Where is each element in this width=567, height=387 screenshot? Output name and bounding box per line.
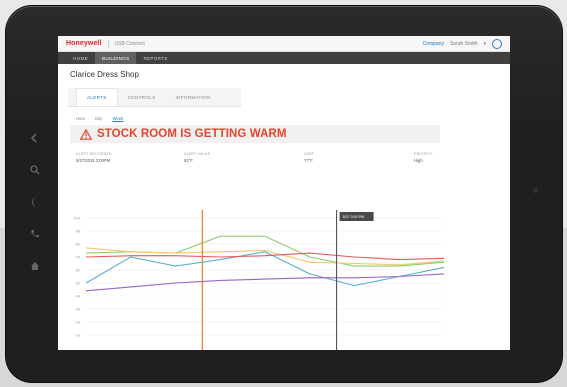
y-tick-label: 60 xyxy=(76,268,81,273)
user-avatar-icon[interactable] xyxy=(492,39,502,49)
nav-item-home[interactable]: HOME xyxy=(66,52,95,64)
top-bar-right: Company Sarah Smith ▾ xyxy=(423,39,502,49)
moon-icon[interactable] xyxy=(27,192,43,212)
stat-priority: PRIORITY High xyxy=(414,152,433,163)
stat-value: High xyxy=(414,158,423,163)
warning-icon xyxy=(80,128,92,140)
y-tick-label: 30 xyxy=(76,307,81,312)
series-line xyxy=(85,247,445,266)
nav-item-buildings[interactable]: BUILDINGS xyxy=(94,52,137,64)
y-tick-label: 70 xyxy=(76,255,81,260)
y-tick-label: 20 xyxy=(76,320,81,325)
tab-alerts[interactable]: ALERTS xyxy=(76,88,118,106)
stat-label: LIMIT xyxy=(304,152,315,156)
series-line xyxy=(85,235,445,267)
series-line xyxy=(85,273,445,292)
stat-value: 5/27/2015 3:00PM xyxy=(76,158,111,163)
alert-message: STOCK ROOM IS GETTING WARM xyxy=(97,128,287,140)
tablet-side-icons xyxy=(27,128,43,288)
time-range-selector: Hour Day Week xyxy=(58,107,510,121)
page-title: Clarice Dress Shop xyxy=(70,70,139,79)
home-icon[interactable] xyxy=(27,256,43,276)
stat-alert-recorded: ALERT RECORDED 5/27/2015 3:00PM xyxy=(76,152,112,163)
sub-tabs: ALERTS CONTROLS INFORMATION xyxy=(68,88,241,107)
tablet-camera xyxy=(533,188,538,193)
range-week[interactable]: Week xyxy=(113,116,124,121)
y-tick-label: 10 xyxy=(76,333,81,338)
stat-alert-value: ALERT VALUE 82°F xyxy=(184,152,210,163)
stat-label: PRIORITY xyxy=(414,152,433,156)
tab-controls[interactable]: CONTROLS xyxy=(118,95,166,106)
stat-value: 77°F xyxy=(304,158,313,163)
range-day[interactable]: Day xyxy=(95,116,102,121)
y-tick-label: 50 xyxy=(76,281,81,286)
user-menu[interactable]: Sarah Smith xyxy=(450,41,478,47)
y-tick-label: 90 xyxy=(76,229,81,234)
tab-information[interactable]: INFORMATION xyxy=(166,95,221,106)
range-hour[interactable]: Hour xyxy=(76,116,85,121)
divider xyxy=(107,39,109,48)
marker-tooltip-label: 5/27 3:00 PM xyxy=(343,215,364,219)
alert-stats: ALERT RECORDED 5/27/2015 3:00PM ALERT VA… xyxy=(58,152,510,178)
main-nav: HOME BUILDINGS REPORTS xyxy=(58,52,510,64)
search-icon[interactable] xyxy=(27,160,43,180)
back-icon[interactable] xyxy=(27,128,43,148)
app-screen: Honeywell USB Connect Company Sarah Smit… xyxy=(58,36,510,350)
alert-banner: STOCK ROOM IS GETTING WARM xyxy=(70,125,440,143)
top-bar: Honeywell USB Connect Company Sarah Smit… xyxy=(58,36,510,52)
brand-logo[interactable]: Honeywell xyxy=(66,40,102,47)
y-tick-label: 40 xyxy=(76,294,81,299)
nav-item-reports[interactable]: REPORTS xyxy=(136,52,174,64)
y-tick-label: 80 xyxy=(76,242,81,247)
stat-value: 82°F xyxy=(184,158,193,163)
account-label: USB Connect xyxy=(114,40,145,47)
company-link[interactable]: Company xyxy=(423,41,444,47)
y-tick-label: 100 xyxy=(73,216,80,221)
stat-label: ALERT VALUE xyxy=(184,152,211,156)
phone-icon[interactable] xyxy=(27,224,43,244)
chevron-down-icon[interactable]: ▾ xyxy=(483,41,486,47)
temperature-chart: 100 90 80 70 60 50 40 30 20 10 5/27 3:00 PM xyxy=(73,210,445,350)
stat-label: ALERT RECORDED xyxy=(76,152,112,156)
stat-limit: LIMIT 77°F xyxy=(304,152,314,163)
